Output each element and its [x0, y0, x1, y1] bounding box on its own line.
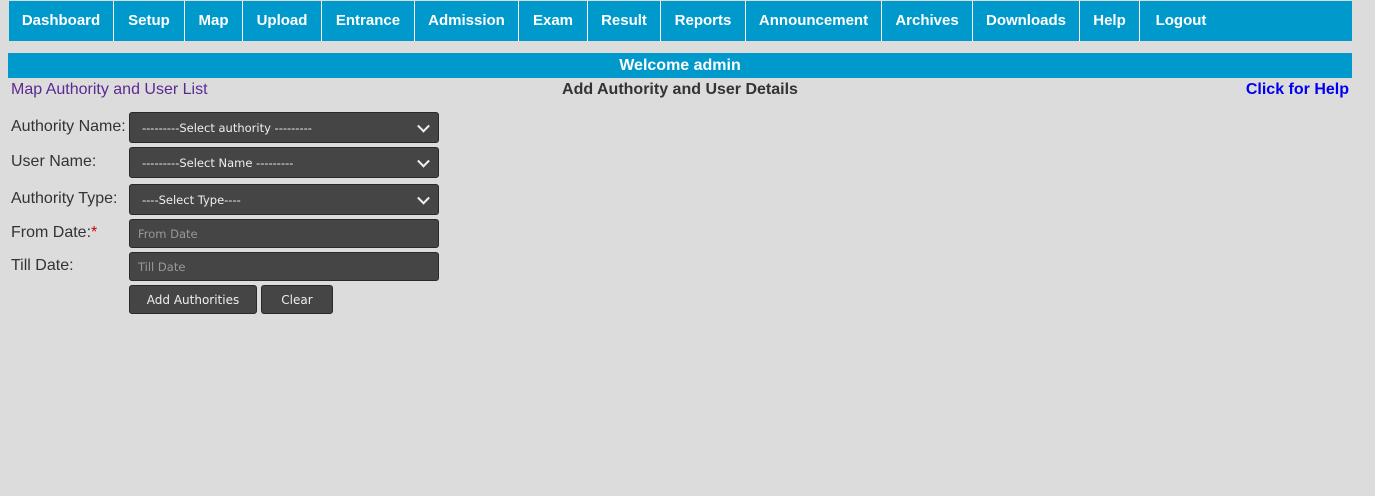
- page-title: Add Authority and User Details: [562, 81, 798, 98]
- nav-upload[interactable]: Upload: [243, 1, 322, 41]
- nav-setup[interactable]: Setup: [114, 1, 185, 41]
- nav-map[interactable]: Map: [185, 1, 243, 41]
- nav-announcement[interactable]: Announcement: [746, 1, 882, 41]
- nav-logout[interactable]: Logout: [1140, 1, 1222, 41]
- nav-downloads[interactable]: Downloads: [973, 1, 1080, 41]
- required-marker: *: [91, 224, 98, 241]
- add-authorities-button[interactable]: Add Authorities: [129, 285, 257, 314]
- till-date-input[interactable]: Till Date: [129, 252, 439, 281]
- nav-admission[interactable]: Admission: [415, 1, 519, 41]
- from-date-placeholder: From Date: [138, 226, 198, 241]
- nav-help[interactable]: Help: [1080, 1, 1140, 41]
- authority-name-select[interactable]: ---------Select authority ---------: [129, 112, 439, 143]
- from-date-label: From Date:*: [11, 224, 97, 242]
- chevron-down-icon: [417, 119, 430, 133]
- nav-archives[interactable]: Archives: [882, 1, 973, 41]
- from-date-label-text: From Date:: [11, 224, 92, 241]
- till-date-label: Till Date:: [11, 257, 74, 274]
- nav-exam[interactable]: Exam: [519, 1, 588, 41]
- authority-name-label: Authority Name:: [11, 118, 126, 135]
- welcome-banner: Welcome admin: [8, 53, 1352, 78]
- main-nav: Dashboard Setup Map Upload Entrance Admi…: [9, 1, 1352, 41]
- authority-type-value: ----Select Type----: [142, 192, 241, 207]
- user-name-select[interactable]: ---------Select Name ---------: [129, 147, 439, 178]
- authority-type-select[interactable]: ----Select Type----: [129, 184, 439, 215]
- nav-dashboard[interactable]: Dashboard: [9, 1, 114, 41]
- chevron-down-icon: [417, 154, 430, 168]
- from-date-input[interactable]: From Date: [129, 219, 439, 248]
- user-name-label: User Name:: [11, 153, 97, 170]
- user-name-value: ---------Select Name ---------: [142, 155, 294, 170]
- authority-type-label: Authority Type:: [11, 190, 118, 207]
- till-date-placeholder: Till Date: [138, 259, 186, 274]
- clear-button[interactable]: Clear: [261, 285, 333, 314]
- nav-entrance[interactable]: Entrance: [322, 1, 415, 41]
- nav-result[interactable]: Result: [588, 1, 661, 41]
- nav-reports[interactable]: Reports: [661, 1, 746, 41]
- chevron-down-icon: [417, 191, 430, 205]
- help-link[interactable]: Click for Help: [1246, 81, 1349, 99]
- authority-name-value: ---------Select authority ---------: [142, 120, 312, 135]
